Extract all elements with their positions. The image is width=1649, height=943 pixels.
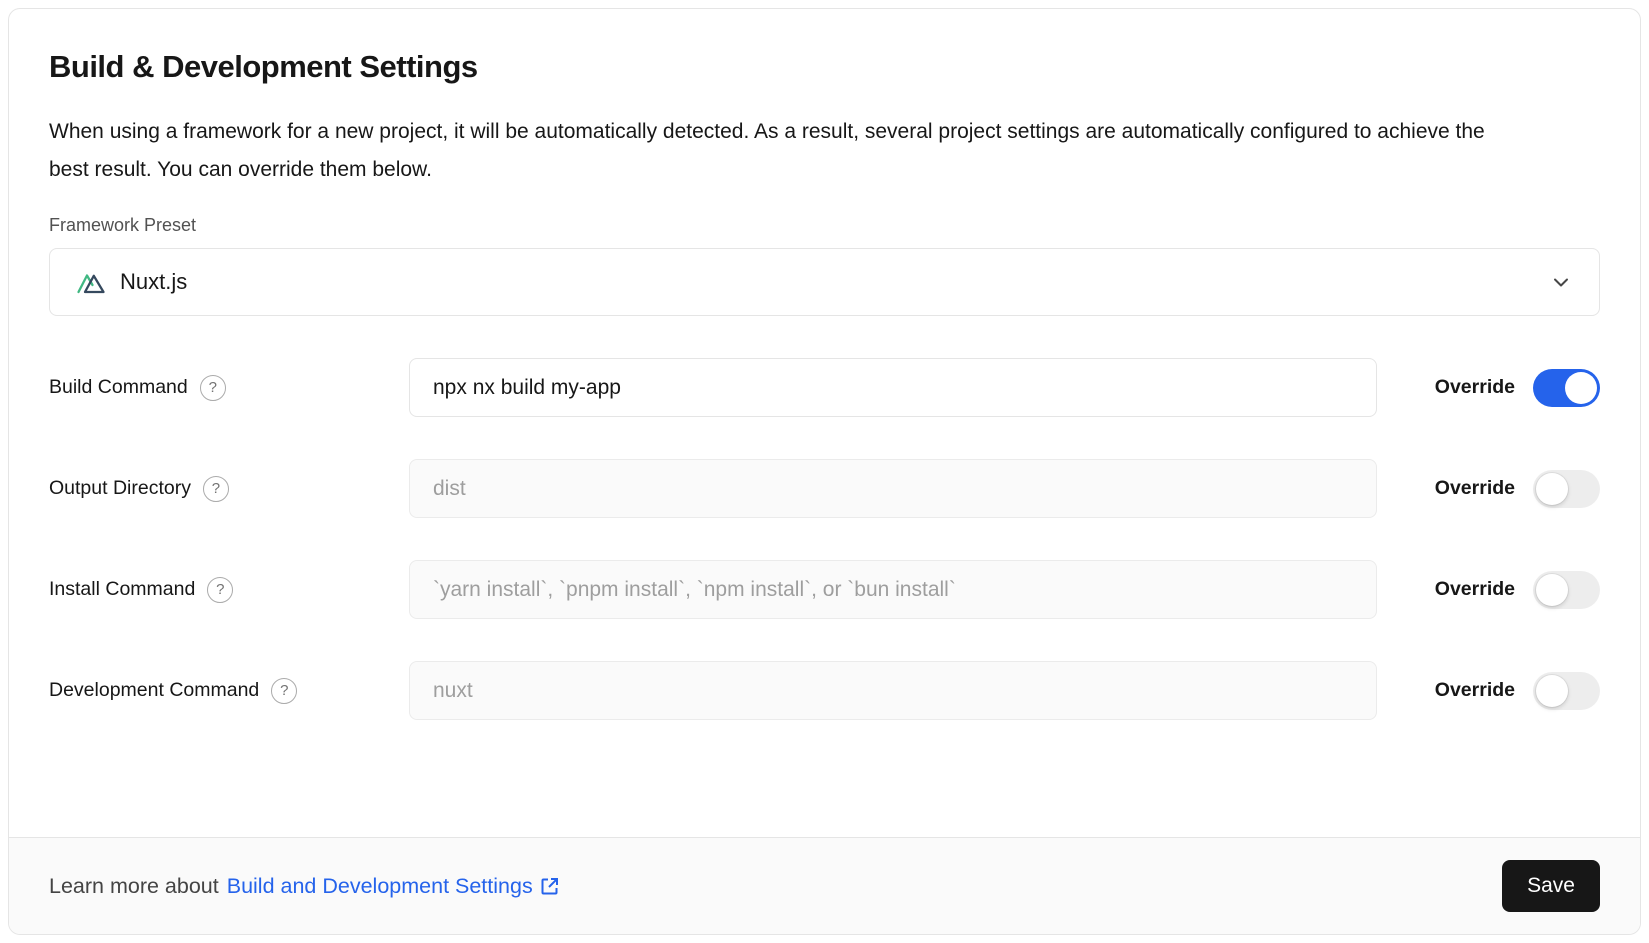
development-command-label: Development Command xyxy=(49,679,259,702)
build-command-label-group: Build Command ? xyxy=(49,375,409,401)
build-command-row: Build Command ? Override xyxy=(49,358,1600,417)
card-footer: Learn more about Build and Development S… xyxy=(9,837,1640,934)
settings-rows: Build Command ? Override Output Director… xyxy=(49,358,1600,720)
development-command-input xyxy=(409,661,1377,720)
help-icon[interactable]: ? xyxy=(271,678,297,704)
link-label: Build and Development Settings xyxy=(227,874,533,899)
output-directory-input xyxy=(409,459,1377,518)
build-command-override-toggle[interactable] xyxy=(1533,369,1600,407)
framework-preset-label: Framework Preset xyxy=(49,215,1600,236)
card-main: Build & Development Settings When using … xyxy=(9,9,1640,837)
output-directory-label-group: Output Directory ? xyxy=(49,476,409,502)
save-button[interactable]: Save xyxy=(1502,860,1600,912)
help-icon[interactable]: ? xyxy=(207,577,233,603)
install-command-label: Install Command xyxy=(49,578,195,601)
output-directory-label: Output Directory xyxy=(49,477,191,500)
override-label: Override xyxy=(1423,578,1515,601)
toggle-knob xyxy=(1565,372,1597,404)
external-link-icon xyxy=(538,875,561,898)
install-command-row: Install Command ? Override xyxy=(49,560,1600,619)
framework-preset-select[interactable]: Nuxt.js xyxy=(49,248,1600,316)
build-dev-settings-card: Build & Development Settings When using … xyxy=(8,8,1641,935)
override-label: Override xyxy=(1423,679,1515,702)
toggle-knob xyxy=(1536,473,1568,505)
override-label: Override xyxy=(1423,376,1515,399)
learn-more-prefix: Learn more about xyxy=(49,874,219,899)
output-directory-override-toggle[interactable] xyxy=(1533,470,1600,508)
toggle-knob xyxy=(1536,574,1568,606)
nuxt-logo-icon xyxy=(76,269,107,295)
framework-selected-value: Nuxt.js xyxy=(120,269,187,295)
development-command-override-toggle[interactable] xyxy=(1533,672,1600,710)
help-icon[interactable]: ? xyxy=(203,476,229,502)
chevron-down-icon xyxy=(1549,270,1573,294)
toggle-knob xyxy=(1536,675,1568,707)
build-command-label: Build Command xyxy=(49,376,188,399)
output-directory-row: Output Directory ? Override xyxy=(49,459,1600,518)
development-command-label-group: Development Command ? xyxy=(49,678,409,704)
install-command-override-toggle[interactable] xyxy=(1533,571,1600,609)
build-command-input[interactable] xyxy=(409,358,1377,417)
build-dev-settings-link[interactable]: Build and Development Settings xyxy=(227,874,561,899)
learn-more-text: Learn more about Build and Development S… xyxy=(49,874,561,899)
settings-description: When using a framework for a new project… xyxy=(49,113,1529,189)
install-command-input xyxy=(409,560,1377,619)
override-label: Override xyxy=(1423,477,1515,500)
development-command-row: Development Command ? Override xyxy=(49,661,1600,720)
install-command-label-group: Install Command ? xyxy=(49,577,409,603)
page-title: Build & Development Settings xyxy=(49,49,1600,85)
help-icon[interactable]: ? xyxy=(200,375,226,401)
